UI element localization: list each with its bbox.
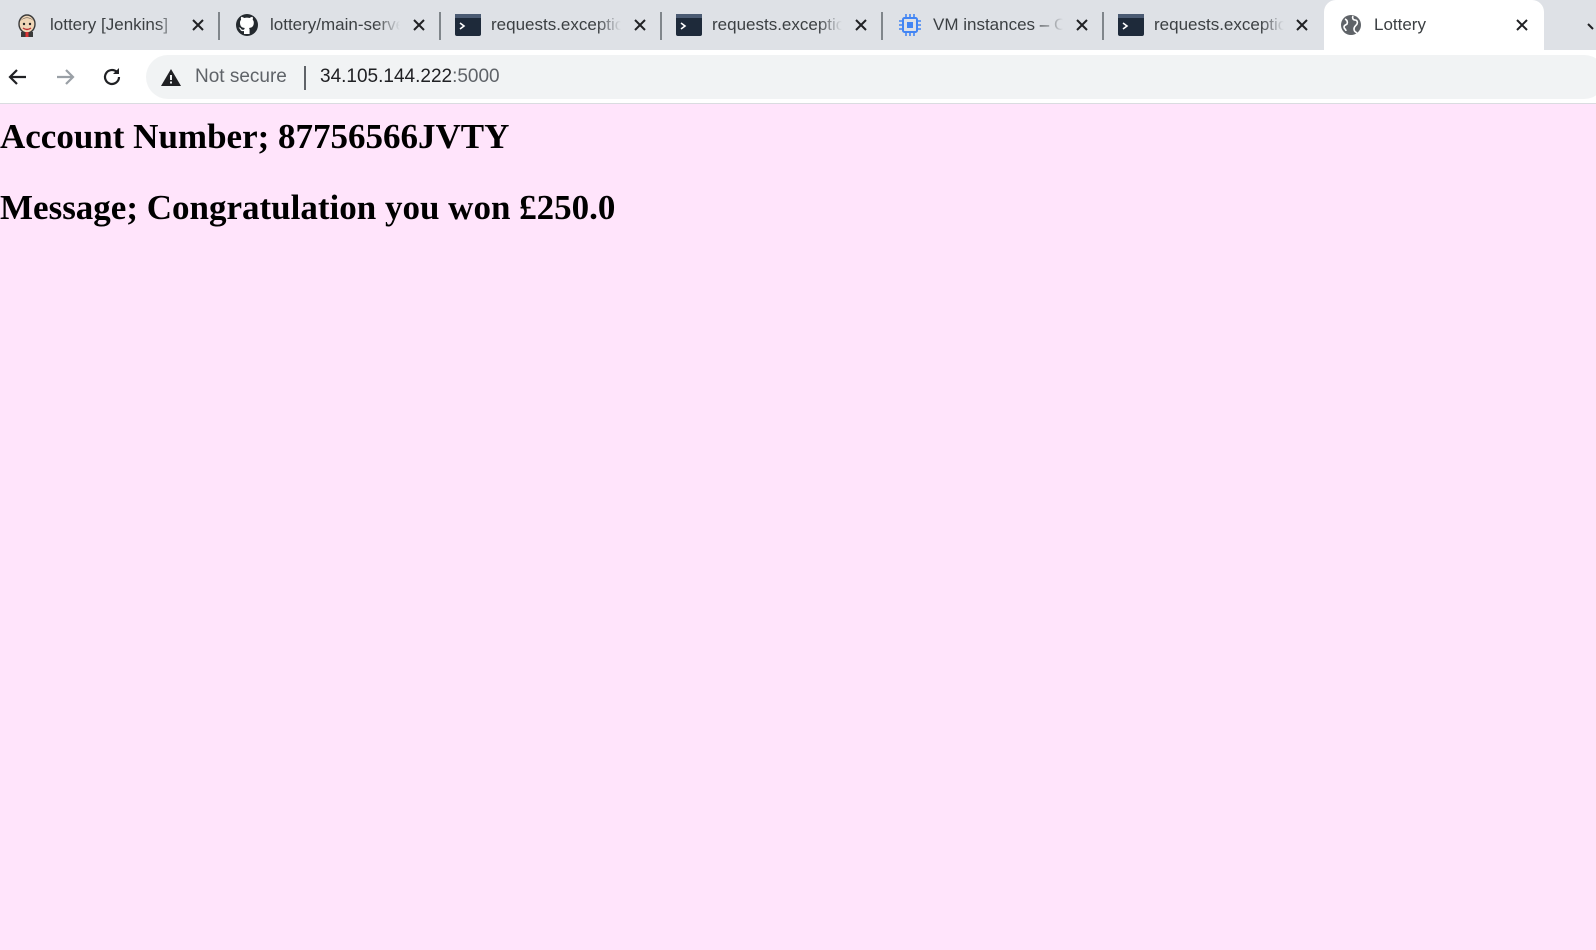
tab-title: requests.exceptions [1154, 15, 1284, 34]
compute-chip-icon [897, 12, 923, 38]
omnibox-divider [304, 66, 306, 90]
page-content: Account Number; 87756566JVTY Message; Co… [0, 104, 1596, 950]
github-icon [234, 12, 260, 38]
close-tab-icon[interactable] [1292, 15, 1312, 35]
browser-toolbar: Not secure 34.105.144.222:5000 [0, 50, 1596, 104]
terminal-icon [1118, 12, 1144, 38]
tab-title: Lottery [1374, 15, 1426, 34]
tab-requests-exceptions-1[interactable]: requests.exceptions [441, 0, 662, 50]
forward-arrow-icon [57, 69, 75, 85]
back-button[interactable] [2, 61, 34, 93]
tab-requests-exceptions-2[interactable]: requests.exceptions [662, 0, 883, 50]
warning-triangle-icon[interactable] [160, 67, 182, 87]
reload-button[interactable] [96, 61, 128, 93]
tab-title: VM instances – Compute Engine [933, 15, 1063, 34]
account-number-heading: Account Number; 87756566JVTY [0, 117, 510, 156]
tab-title: requests.exceptions [712, 15, 842, 34]
tab-title: lottery/main-server [270, 15, 400, 34]
close-tab-icon[interactable] [409, 15, 429, 35]
security-status-label[interactable]: Not secure [195, 65, 287, 89]
close-tab-icon[interactable] [188, 15, 208, 35]
tab-search-icon[interactable] [1582, 20, 1596, 34]
tab-jenkins[interactable]: lottery [Jenkins] [0, 0, 220, 50]
tab-github[interactable]: lottery/main-server [220, 0, 441, 50]
close-tab-icon[interactable] [630, 15, 650, 35]
tab-requests-exceptions-3[interactable]: requests.exceptions [1104, 0, 1324, 50]
close-tab-icon[interactable] [1512, 15, 1532, 35]
close-tab-icon[interactable] [1072, 15, 1092, 35]
forward-button[interactable] [49, 61, 81, 93]
url-host: 34.105.144.222 [320, 66, 453, 87]
jenkins-icon [14, 12, 40, 38]
tab-strip: lottery [Jenkins] lottery/main-server re… [0, 0, 1596, 50]
globe-icon [1338, 12, 1364, 38]
message-heading: Message; Congratulation you won £250.0 [0, 188, 616, 227]
back-arrow-icon [8, 69, 26, 85]
terminal-icon [676, 12, 702, 38]
tab-title: lottery [Jenkins] [50, 15, 169, 34]
url-text[interactable]: 34.105.144.222:5000 [320, 65, 500, 89]
address-bar[interactable]: Not secure 34.105.144.222:5000 [146, 55, 1596, 99]
tab-lottery[interactable]: Lottery [1324, 0, 1544, 50]
tab-title: requests.exceptions [491, 15, 621, 34]
tab-vm-instances[interactable]: VM instances – Compute Engine [883, 0, 1104, 50]
close-tab-icon[interactable] [851, 15, 871, 35]
terminal-icon [455, 12, 481, 38]
url-port: :5000 [452, 66, 500, 87]
reload-icon [103, 68, 121, 86]
